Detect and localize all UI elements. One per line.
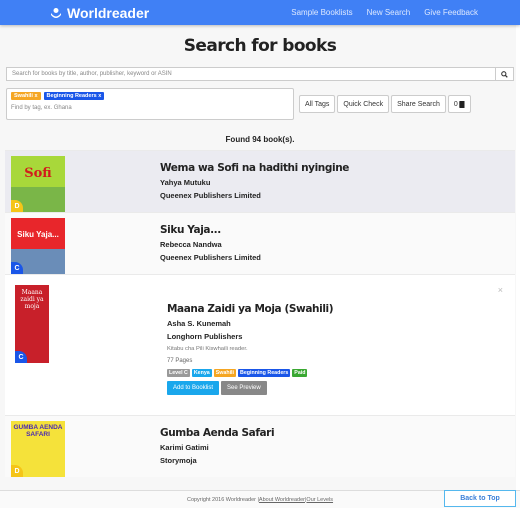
share-search-button[interactable]: Share Search: [391, 95, 446, 113]
search-input[interactable]: Search for books by title, author, publi…: [6, 67, 496, 81]
level-badge: D: [11, 200, 23, 212]
book-title[interactable]: Maana Zaidi ya Moja (Swahili): [167, 303, 334, 315]
badge-swahili[interactable]: Swahili: [213, 369, 236, 377]
quick-check-button[interactable]: Quick Check: [337, 95, 390, 113]
results-count: Found 94 book(s).: [225, 135, 295, 144]
nav-new-search[interactable]: New Search: [367, 8, 411, 17]
book-description: Kitabu cha Pili Kiswhaili reader.: [167, 346, 248, 352]
book-author: Rebecca Nandwa: [160, 240, 222, 249]
booklist-count: 0: [453, 100, 458, 108]
tag-filter-box[interactable]: Swahili x Beginning Readers x Find by ta…: [6, 88, 294, 120]
search-button[interactable]: [496, 67, 514, 81]
booklist-count-button[interactable]: 0: [447, 95, 471, 113]
remove-tag-icon[interactable]: x: [98, 93, 101, 99]
close-icon[interactable]: ×: [498, 285, 503, 295]
navbar: Worldreader Sample Booklists New Search …: [0, 0, 520, 25]
book-cover[interactable]: Sofi D: [11, 156, 65, 212]
level-badge: D: [11, 465, 23, 477]
search-icon: [501, 70, 508, 78]
badge-level[interactable]: Level C: [167, 369, 190, 377]
brand-logo[interactable]: Worldreader: [50, 5, 149, 21]
all-tags-button[interactable]: All Tags: [299, 95, 336, 113]
book-pages: 77 Pages: [167, 358, 193, 364]
tag-input[interactable]: Find by tag, ex. Ghana: [11, 105, 289, 111]
book-cover[interactable]: Siku Yaja... C: [11, 218, 65, 274]
scrollbar[interactable]: [516, 25, 520, 508]
nav-sample-booklists[interactable]: Sample Booklists: [291, 8, 352, 17]
badge-kenya[interactable]: Kenya: [191, 369, 212, 377]
book-result[interactable]: GUMBA AENDA SAFARI D Gumba Aenda Safari …: [5, 415, 515, 477]
back-to-top-button[interactable]: Back to Top: [444, 490, 516, 507]
nav-give-feedback[interactable]: Give Feedback: [424, 8, 478, 17]
book-cover[interactable]: Maana zaidi ya moja C: [15, 285, 49, 363]
results-list: Sofi D Wema wa Sofi na hadithi nyingine …: [5, 150, 515, 477]
search-bar: Search for books by title, author, publi…: [6, 67, 514, 81]
worldreader-logo-icon: [51, 7, 61, 18]
book-author: Karimi Gatimi: [160, 443, 209, 452]
book-title[interactable]: Wema wa Sofi na hadithi nyingine: [160, 162, 349, 174]
about-link[interactable]: About Worldreader: [259, 497, 305, 503]
book-author: Yahya Mutuku: [160, 178, 211, 187]
brand-name: Worldreader: [67, 4, 150, 21]
book-publisher: Storymoja: [160, 456, 197, 465]
book-result-expanded[interactable]: Maana zaidi ya moja C Maana Zaidi ya Moj…: [5, 274, 515, 415]
level-badge: C: [11, 262, 23, 274]
badge-paid[interactable]: Paid: [292, 369, 308, 377]
tag-beginning-readers[interactable]: Beginning Readers x: [43, 92, 105, 100]
our-levels-link[interactable]: Our Levels: [306, 497, 333, 503]
book-cover[interactable]: GUMBA AENDA SAFARI D: [11, 421, 65, 477]
remove-tag-icon[interactable]: x: [34, 93, 37, 99]
footer: Copyright 2016 Worldreader | About World…: [0, 490, 520, 508]
book-result[interactable]: Siku Yaja... C Siku Yaja... Rebecca Nand…: [5, 212, 515, 274]
book-publisher: Queenex Publishers Limited: [160, 191, 261, 200]
book-title[interactable]: Gumba Aenda Safari: [160, 427, 275, 439]
book-publisher: Longhorn Publishers: [167, 332, 243, 341]
book-title[interactable]: Siku Yaja...: [160, 224, 261, 236]
badge-beginning-readers[interactable]: Beginning Readers: [238, 369, 291, 377]
tag-swahili[interactable]: Swahili x: [11, 92, 41, 100]
see-preview-button[interactable]: See Preview: [221, 381, 267, 395]
book-result[interactable]: Sofi D Wema wa Sofi na hadithi nyingine …: [5, 150, 515, 212]
page-title: Search for books: [183, 36, 337, 56]
level-badge: C: [15, 351, 27, 363]
book-author: Asha S. Kunemah: [167, 319, 231, 328]
add-to-booklist-button[interactable]: Add to Booklist: [167, 381, 220, 395]
book-publisher: Queenex Publishers Limited: [160, 253, 261, 262]
book-icon: [458, 100, 465, 108]
